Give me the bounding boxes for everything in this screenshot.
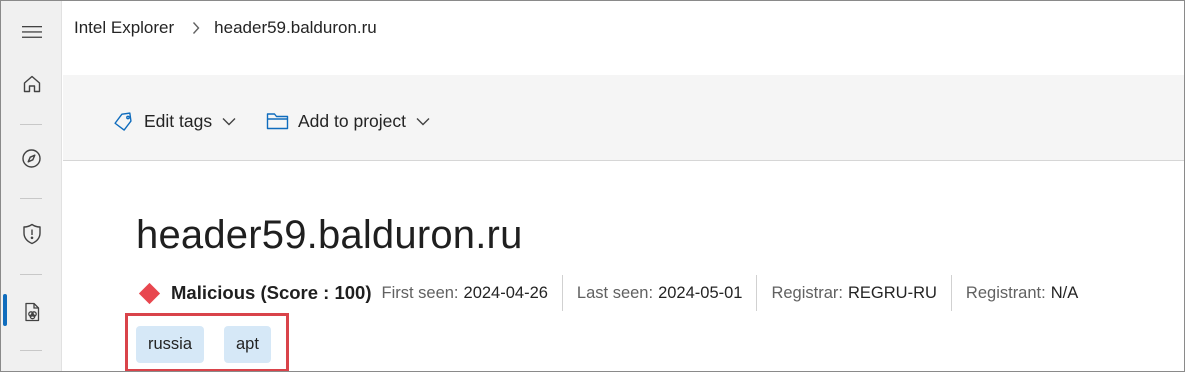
nav-intel-explorer-button[interactable] [1,292,62,332]
nav-explore-button[interactable] [1,138,62,178]
tag-chip[interactable]: apt [224,326,271,363]
shield-alert-icon [22,223,41,245]
nav-home-button[interactable] [1,64,62,104]
last-seen: Last seen: 2024-05-01 [561,275,757,311]
registrant-value: N/A [1050,283,1079,302]
tag-icon [113,111,135,131]
registrar-value: REGRU-RU [848,283,937,302]
first-seen-value: 2024-04-26 [463,283,548,302]
registrant-label: Registrant: [965,283,1046,302]
rail-divider [20,198,42,199]
registrar: Registrar: REGRU-RU [756,275,950,311]
compass-icon [22,148,41,168]
nav-menu-button[interactable] [1,12,62,52]
tag-chip[interactable]: russia [136,326,205,363]
nav-threats-button[interactable] [1,214,62,254]
command-bar: Edit tags Add to project [63,75,1184,161]
entity-details: header59.balduron.ru Malicious (Score : … [63,161,1184,371]
hamburger-icon [21,26,42,38]
chevron-down-icon [222,117,236,126]
home-icon [23,75,40,93]
add-to-project-label: Add to project [298,110,406,131]
first-seen: First seen: 2024-04-26 [381,275,561,311]
chevron-right-icon [192,18,200,38]
registrant: Registrant: N/A [950,275,1092,311]
left-nav-rail [1,1,62,371]
page-title: header59.balduron.ru [136,213,523,257]
chevron-down-icon [416,117,430,126]
rail-divider [20,350,42,351]
rail-divider [20,124,42,125]
malicious-diamond-icon [138,282,161,304]
folder-icon [266,112,289,130]
last-seen-value: 2024-05-01 [658,283,743,302]
edit-tags-button[interactable]: Edit tags [113,109,236,133]
intel-document-icon [24,302,39,322]
first-seen-label: First seen: [381,283,459,302]
add-to-project-button[interactable]: Add to project [266,109,430,133]
breadcrumb-root[interactable]: Intel Explorer [74,18,174,38]
entity-meta: Malicious (Score : 100) First seen: 2024… [136,275,1092,311]
registrar-label: Registrar: [771,283,843,302]
last-seen-label: Last seen: [576,283,654,302]
app-window: Intel Explorer header59.balduron.ru Edit… [0,0,1185,372]
verdict-label: Malicious (Score : 100) [171,282,372,303]
breadcrumb: Intel Explorer header59.balduron.ru [63,1,1184,75]
edit-tags-label: Edit tags [144,110,213,131]
rail-divider [20,274,42,275]
verdict-badge: Malicious (Score : 100) [136,282,371,304]
breadcrumb-current: header59.balduron.ru [214,18,377,37]
